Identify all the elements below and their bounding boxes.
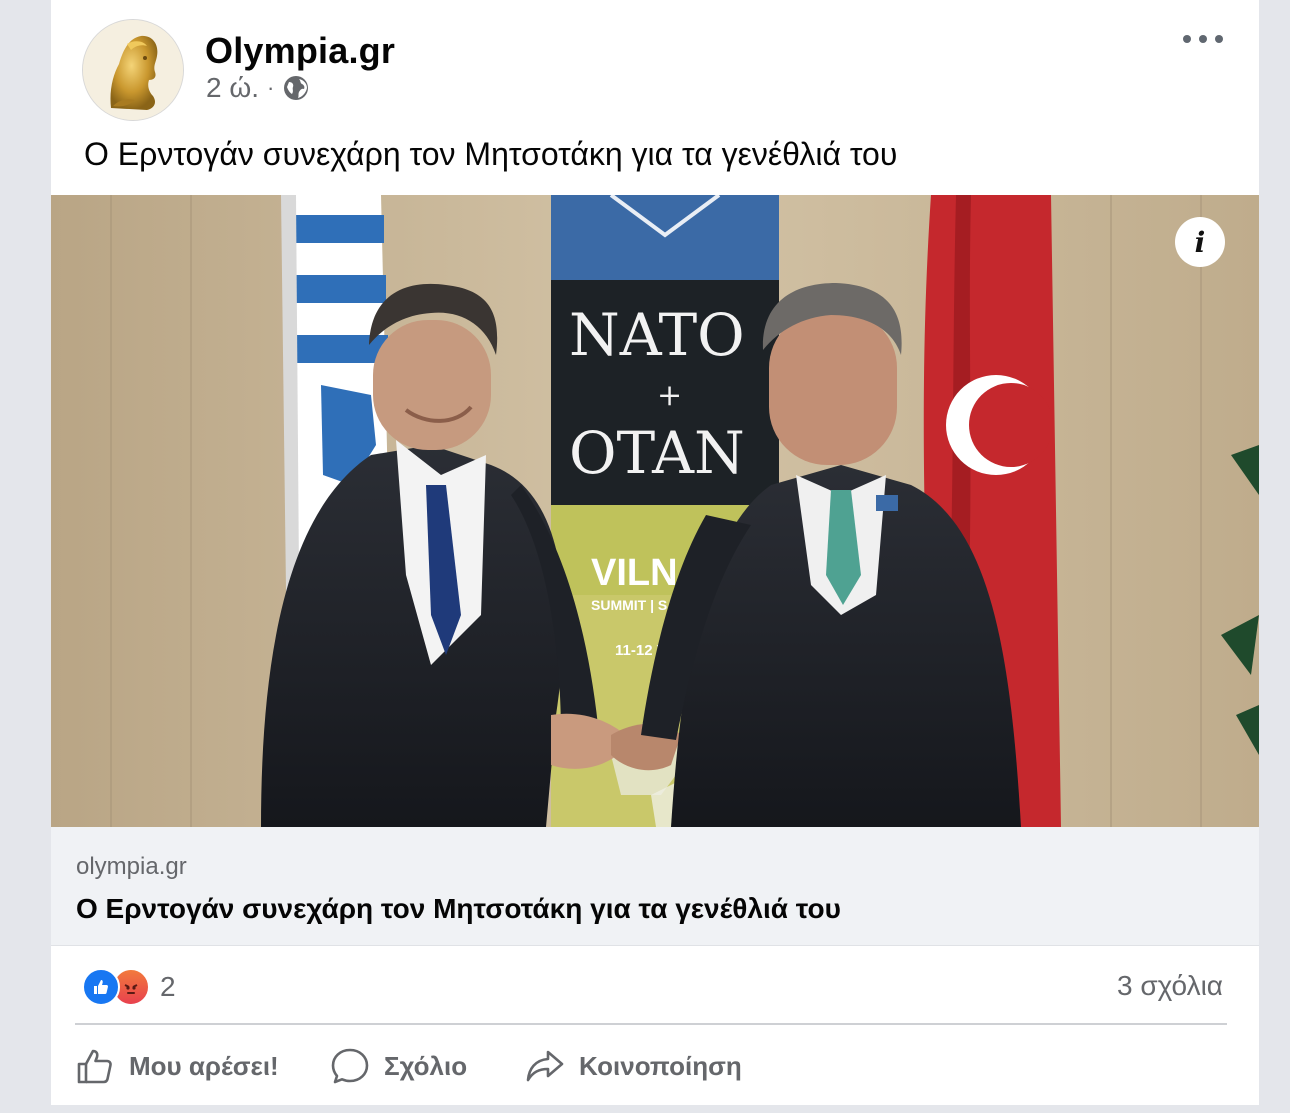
page-name[interactable]: Olympia.gr [205, 30, 395, 72]
thumbs-up-icon [77, 1049, 112, 1084]
like-label: Μου αρέσει! [129, 1050, 279, 1081]
link-title: Ο Ερντογάν συνεχάρη τον Μητσοτάκη για τα… [76, 893, 841, 924]
share-button[interactable]: Κοινοποίηση [525, 1046, 742, 1086]
reactions-summary[interactable]: 2 [82, 968, 176, 1006]
comment-button[interactable]: Σχόλιο [330, 1046, 515, 1086]
share-arrow-icon [526, 1050, 564, 1082]
more-dot-icon [1183, 35, 1191, 43]
reaction-count: 2 [160, 971, 176, 1002]
comment-label: Σχόλιο [384, 1050, 468, 1081]
like-reaction-icon [82, 968, 120, 1006]
share-label: Κοινοποίηση [579, 1050, 742, 1081]
post-actions: Μου αρέσει! Σχόλιο Κοινοποίηση [75, 1040, 742, 1092]
svg-text:VILN: VILN [591, 552, 678, 594]
post-card: Olympia.gr 2 ώ. · Ο Ερντογάν συνεχάρη το… [51, 0, 1259, 1105]
svg-text:+: + [657, 378, 682, 413]
more-options-button[interactable] [1183, 24, 1223, 54]
more-dot-icon [1215, 35, 1223, 43]
svg-text:OTAN: OTAN [569, 419, 745, 487]
handshake-photo: NATO + OTAN VILN SUMMIT | S 11-12 V [51, 195, 1259, 827]
link-domain: olympia.gr [76, 853, 187, 880]
post-image[interactable]: NATO + OTAN VILN SUMMIT | S 11-12 V i [51, 195, 1259, 827]
globe-icon[interactable] [282, 74, 310, 102]
meta-separator: · [267, 75, 275, 100]
svg-text:SUMMIT | S: SUMMIT | S [591, 597, 667, 613]
olympia-logo-icon [83, 20, 183, 120]
page-avatar[interactable] [82, 19, 184, 121]
post-meta: 2 ώ. · [206, 72, 310, 104]
comment-bubble-icon [331, 1048, 369, 1084]
post-time[interactable]: 2 ώ. [206, 72, 259, 104]
like-button[interactable]: Μου αρέσει! [75, 1046, 330, 1086]
post-text: Ο Ερντογάν συνεχάρη τον Μητσοτάκη για τα… [84, 136, 898, 172]
info-icon[interactable]: i [1175, 217, 1225, 267]
comments-count-link[interactable]: 3 σχόλια [1117, 970, 1223, 1002]
divider [75, 1023, 1227, 1025]
more-dot-icon [1199, 35, 1207, 43]
link-preview[interactable]: olympia.gr Ο Ερντογάν συνεχάρη τον Μητσο… [51, 827, 1259, 946]
svg-text:NATO: NATO [569, 301, 745, 369]
